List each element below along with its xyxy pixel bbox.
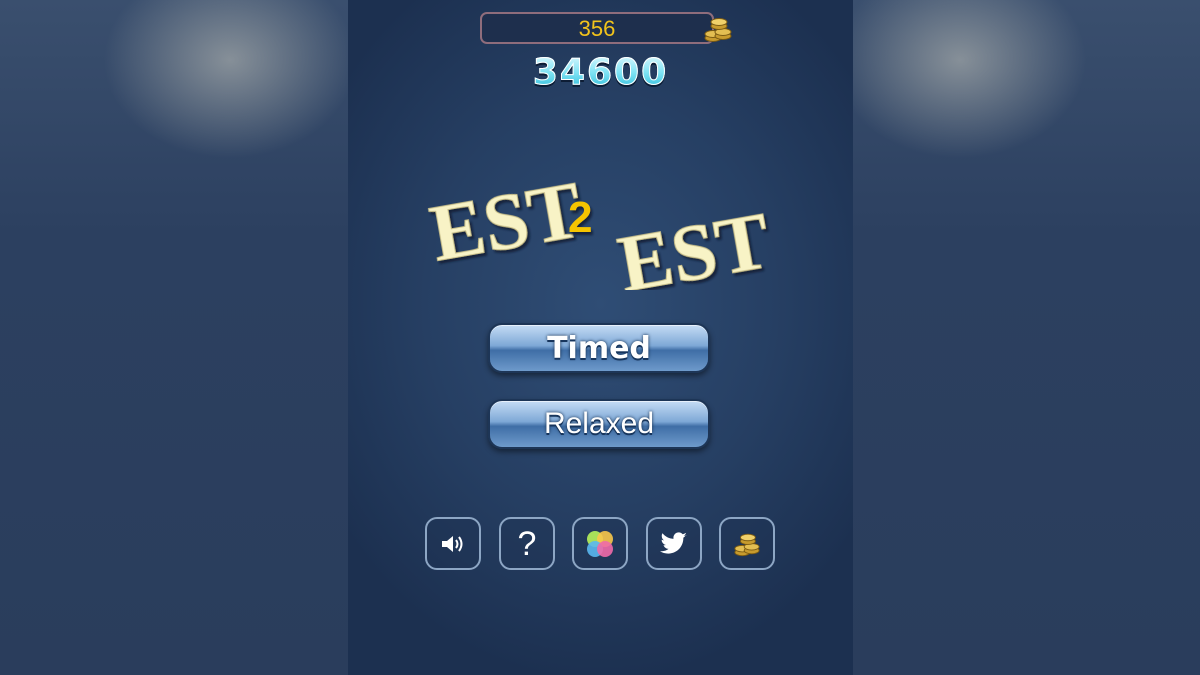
sound-icon xyxy=(442,535,463,552)
sound-button[interactable] xyxy=(425,517,481,570)
coin-balance-bar[interactable]: 356 xyxy=(480,12,714,44)
game-logo: EST 2 EST xyxy=(424,165,777,290)
coin-stack-icon xyxy=(704,18,732,42)
game-screen: 356 34600 EST 2 EST Timed Relaxed ? xyxy=(348,0,853,675)
twitter-icon xyxy=(660,531,687,554)
coin-shop-button[interactable] xyxy=(719,517,775,570)
score-display: 34600 xyxy=(348,52,853,94)
coin-stack-icon xyxy=(734,533,760,556)
coin-count: 356 xyxy=(578,16,616,41)
logo-word-2: EST xyxy=(612,197,776,290)
logo-connector: 2 xyxy=(568,193,592,242)
timed-mode-button[interactable]: Timed xyxy=(488,323,710,373)
logo-word-1: EST xyxy=(424,166,588,279)
twitter-button[interactable] xyxy=(646,517,702,570)
help-button[interactable]: ? xyxy=(499,517,555,570)
game-center-icon xyxy=(587,530,613,557)
relaxed-mode-button[interactable]: Relaxed xyxy=(488,399,710,449)
game-center-button[interactable] xyxy=(572,517,628,570)
help-icon: ? xyxy=(517,524,537,563)
